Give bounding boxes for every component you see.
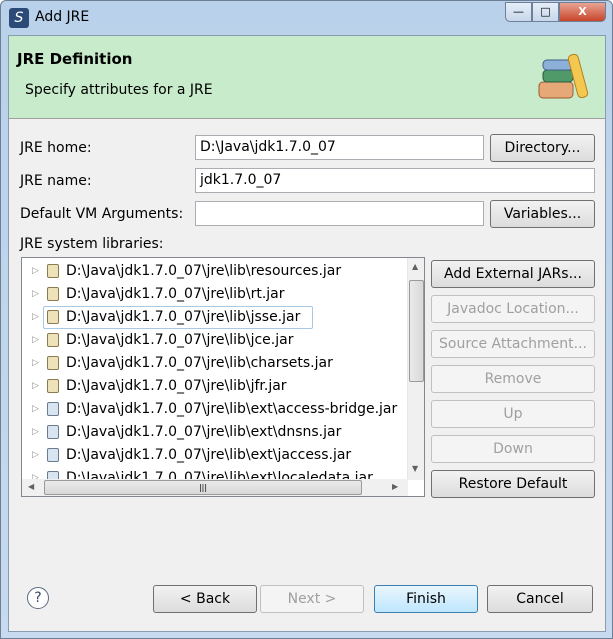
library-row[interactable]: ▷ D:\Java\jdk1.7.0_07\jre\lib\charsets.j… <box>22 352 408 375</box>
minimize-button[interactable]: — <box>505 2 532 22</box>
libraries-tree[interactable]: ▷ D:\Java\jdk1.7.0_07\jre\lib\resources.… <box>21 257 425 497</box>
scroll-left-arrow-icon[interactable]: ◀ <box>28 482 34 491</box>
library-path: D:\Java\jdk1.7.0_07\jre\lib\charsets.jar <box>66 355 333 371</box>
expand-arrow-icon[interactable]: ▷ <box>32 375 39 397</box>
library-row[interactable]: ▷ D:\Java\jdk1.7.0_07\jre\lib\jsse.jar <box>22 306 408 329</box>
jre-name-input[interactable]: jdk1.7.0_07 <box>195 168 595 193</box>
jar-icon <box>47 402 59 416</box>
library-row[interactable]: ▷ D:\Java\jdk1.7.0_07\jre\lib\jce.jar <box>22 329 408 352</box>
jre-home-input[interactable]: D:\Java\jdk1.7.0_07 <box>195 135 484 160</box>
wizard-header: JRE Definition Specify attributes for a … <box>9 36 605 119</box>
down-button[interactable]: Down <box>431 435 595 463</box>
books-icon <box>538 53 589 99</box>
expand-arrow-icon[interactable]: ▷ <box>32 260 39 282</box>
add-external-jars-button[interactable]: Add External JARs... <box>431 260 595 288</box>
back-button[interactable]: < Back <box>153 585 257 613</box>
library-row[interactable]: ▷ D:\Java\jdk1.7.0_07\jre\lib\ext\jacces… <box>22 444 408 467</box>
restore-default-button[interactable]: Restore Default <box>431 470 595 498</box>
close-button[interactable]: X <box>559 2 606 22</box>
library-path: D:\Java\jdk1.7.0_07\jre\lib\ext\jaccess.… <box>66 447 352 463</box>
jre-home-label: JRE home: <box>20 140 92 156</box>
cancel-button[interactable]: Cancel <box>487 585 593 613</box>
library-path: D:\Java\jdk1.7.0_07\jre\lib\rt.jar <box>66 286 285 302</box>
library-row[interactable]: ▷ D:\Java\jdk1.7.0_07\jre\lib\resources.… <box>22 260 408 283</box>
vm-args-input[interactable] <box>195 201 484 226</box>
library-path: D:\Java\jdk1.7.0_07\jre\lib\jce.jar <box>66 332 294 348</box>
expand-arrow-icon[interactable]: ▷ <box>32 306 39 328</box>
library-path: D:\Java\jdk1.7.0_07\jre\lib\ext\access-b… <box>66 401 398 417</box>
jar-icon <box>47 356 59 370</box>
expand-arrow-icon[interactable]: ▷ <box>32 444 39 466</box>
directory-button[interactable]: Directory... <box>490 134 595 162</box>
page-subtitle: Specify attributes for a JRE <box>25 82 213 98</box>
expand-arrow-icon[interactable]: ▷ <box>32 329 39 351</box>
library-row[interactable]: ▷ D:\Java\jdk1.7.0_07\jre\lib\jfr.jar <box>22 375 408 398</box>
scroll-right-arrow-icon[interactable]: ▶ <box>392 482 398 491</box>
up-button[interactable]: Up <box>431 400 595 428</box>
finish-button[interactable]: Finish <box>374 585 478 613</box>
dialog-client: JRE Definition Specify attributes for a … <box>8 35 606 632</box>
scroll-down-arrow-icon[interactable]: ▼ <box>412 464 418 473</box>
horizontal-scroll-thumb[interactable]: ||| <box>44 480 362 495</box>
remove-button[interactable]: Remove <box>431 365 595 393</box>
vm-args-label: Default VM Arguments: <box>20 206 184 222</box>
expand-arrow-icon[interactable]: ▷ <box>32 352 39 374</box>
page-title: JRE Definition <box>17 50 133 68</box>
expand-arrow-icon[interactable]: ▷ <box>32 421 39 443</box>
library-path: D:\Java\jdk1.7.0_07\jre\lib\jfr.jar <box>66 378 287 394</box>
expand-arrow-icon[interactable]: ▷ <box>32 398 39 420</box>
library-row[interactable]: ▷ D:\Java\jdk1.7.0_07\jre\lib\ext\dnsns.… <box>22 421 408 444</box>
scroll-thumb[interactable] <box>409 280 424 382</box>
jar-icon <box>47 448 59 462</box>
library-path: D:\Java\jdk1.7.0_07\jre\lib\ext\dnsns.ja… <box>66 424 342 440</box>
jar-icon <box>47 333 59 347</box>
library-path: D:\Java\jdk1.7.0_07\jre\lib\resources.ja… <box>66 263 342 279</box>
scroll-up-arrow-icon[interactable]: ▲ <box>412 262 418 271</box>
library-row[interactable]: ▷ D:\Java\jdk1.7.0_07\jre\lib\rt.jar <box>22 283 408 306</box>
vertical-scrollbar[interactable]: ▲ ▼ <box>407 258 424 480</box>
maximize-button[interactable]: □ <box>532 2 559 22</box>
help-icon[interactable]: ? <box>27 587 49 609</box>
dialog-window: S Add JRE — □ X JRE Definition Specify a… <box>0 0 613 639</box>
jar-icon <box>47 425 59 439</box>
jre-name-label: JRE name: <box>20 173 92 189</box>
source-attachment-button[interactable]: Source Attachment... <box>431 330 595 358</box>
window-title: Add JRE <box>35 9 90 25</box>
expand-arrow-icon[interactable]: ▷ <box>32 283 39 305</box>
library-row[interactable]: ▷ D:\Java\jdk1.7.0_07\jre\lib\ext\access… <box>22 398 408 421</box>
horizontal-scrollbar[interactable]: ◀ ||| ▶ <box>22 479 408 496</box>
eclipse-app-icon: S <box>9 8 29 28</box>
jar-icon <box>47 379 59 393</box>
jar-icon <box>47 287 59 301</box>
library-path: D:\Java\jdk1.7.0_07\jre\lib\jsse.jar <box>66 309 301 325</box>
variables-button[interactable]: Variables... <box>490 200 595 228</box>
jar-icon <box>47 264 59 278</box>
next-button[interactable]: Next > <box>260 585 364 613</box>
jar-icon <box>47 310 59 324</box>
javadoc-location-button[interactable]: Javadoc Location... <box>431 295 595 323</box>
libraries-label: JRE system libraries: <box>20 236 164 252</box>
